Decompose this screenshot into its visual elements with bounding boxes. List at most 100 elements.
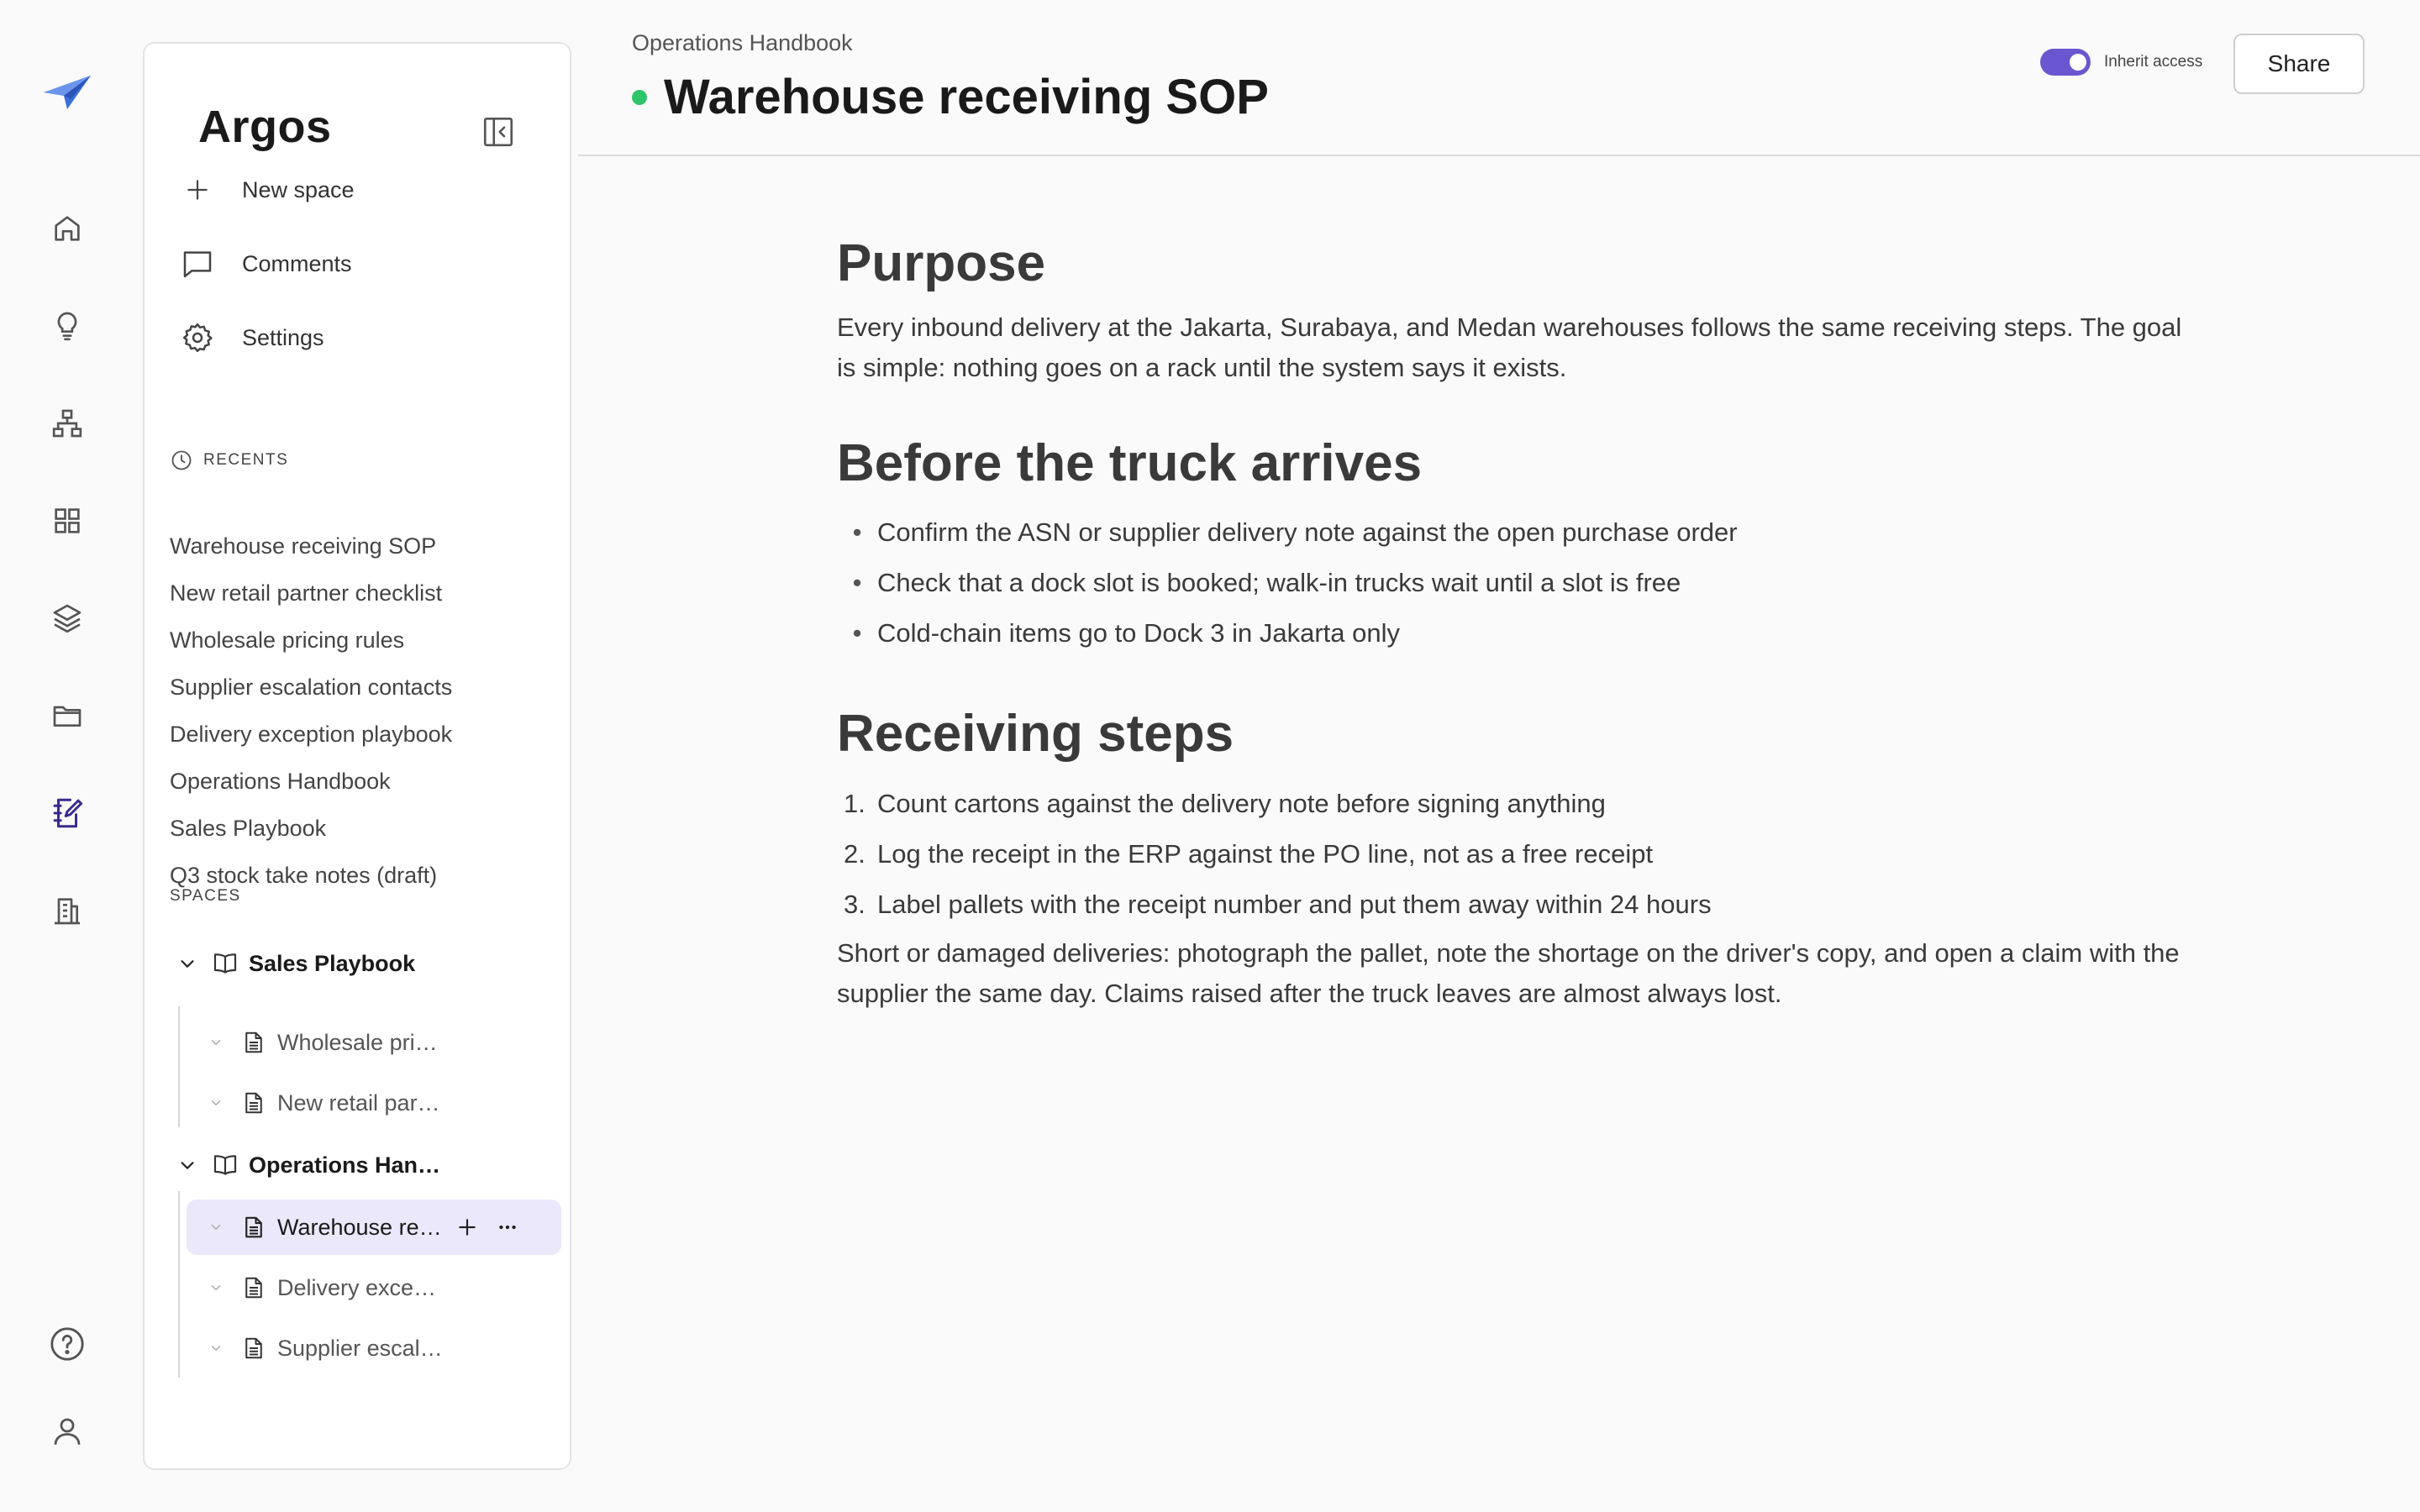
settings-button[interactable]: Settings bbox=[176, 311, 539, 365]
page-label: Warehouse re… bbox=[277, 1214, 442, 1240]
inherit-access-control: Inherit access bbox=[2040, 49, 2202, 76]
tree-guide bbox=[178, 1006, 180, 1127]
bullet-marker: • bbox=[852, 568, 862, 598]
recent-item[interactable]: Operations Handbook bbox=[170, 758, 556, 805]
icon-rail bbox=[0, 0, 134, 1512]
heading-purpose: Purpose bbox=[837, 234, 1046, 292]
chevron-down-icon[interactable] bbox=[203, 1215, 229, 1240]
user-icon[interactable] bbox=[44, 1408, 91, 1455]
space-label: Operations Han… bbox=[249, 1152, 441, 1178]
more-options-icon[interactable] bbox=[489, 1209, 526, 1246]
status-dot bbox=[632, 89, 647, 105]
app-logo-icon[interactable] bbox=[42, 72, 92, 113]
list-item: 2. Log the receipt in the ERP against the… bbox=[837, 829, 2198, 879]
help-icon[interactable] bbox=[44, 1320, 91, 1368]
list-item: • Confirm the ASN or supplier delivery no… bbox=[837, 507, 2198, 558]
heading-receiving-steps: Receiving steps bbox=[837, 705, 1234, 764]
list-item: • Check that a dock slot is booked; walk-… bbox=[837, 558, 2198, 608]
folder-icon[interactable] bbox=[44, 692, 91, 739]
page-supplier-escalation[interactable]: Supplier escal… bbox=[203, 1320, 536, 1376]
bullet-list: • Confirm the ASN or supplier delivery no… bbox=[837, 507, 2198, 659]
tree-guide bbox=[178, 1191, 180, 1378]
chevron-down-icon[interactable] bbox=[203, 1090, 229, 1116]
list-item-text: Count cartons against the delivery note … bbox=[877, 788, 1606, 818]
chevron-down-icon[interactable] bbox=[175, 951, 200, 976]
workspace-title: Argos bbox=[198, 102, 332, 152]
page-header: Operations Handbook Warehouse receiving … bbox=[578, 0, 2420, 156]
layers-icon[interactable] bbox=[44, 595, 91, 642]
page-label: New retail par… bbox=[277, 1089, 440, 1116]
recent-item[interactable]: Sales Playbook bbox=[170, 805, 556, 852]
new-space-button[interactable]: New space bbox=[176, 163, 539, 217]
list-item-text: Label pallets with the receipt number an… bbox=[877, 889, 1712, 919]
step-number: 1. bbox=[844, 788, 865, 818]
page-delivery-exception[interactable]: Delivery exce… bbox=[203, 1260, 536, 1315]
page-title-row: Warehouse receiving SOP bbox=[632, 69, 1269, 125]
lightbulb-icon[interactable] bbox=[44, 302, 91, 349]
chevron-down-icon[interactable] bbox=[203, 1030, 229, 1055]
grid-icon[interactable] bbox=[44, 497, 91, 544]
spaces-header: SPACES bbox=[170, 887, 241, 906]
list-item-text: Cold-chain items go to Dock 3 in Jakarta… bbox=[877, 618, 1401, 648]
building-icon[interactable] bbox=[44, 887, 91, 934]
home-icon[interactable] bbox=[44, 205, 91, 252]
paragraph-closing: Short or damaged deliveries: photograph … bbox=[837, 937, 2180, 1008]
space-sales-playbook[interactable]: Sales Playbook bbox=[175, 936, 536, 991]
book-icon bbox=[210, 1150, 240, 1180]
settings-label: Settings bbox=[242, 324, 324, 350]
list-item-text: Confirm the ASN or supplier delivery not… bbox=[877, 517, 1738, 548]
chevron-down-icon[interactable] bbox=[203, 1336, 229, 1361]
bullet-marker: • bbox=[852, 517, 862, 548]
recents-header: RECENTS bbox=[170, 449, 288, 472]
list-item: 1. Count cartons against the delivery not… bbox=[837, 779, 2198, 829]
notebook-edit-icon[interactable] bbox=[44, 790, 91, 837]
document-icon bbox=[239, 1088, 269, 1118]
breadcrumb[interactable]: Operations Handbook bbox=[632, 30, 853, 56]
clock-icon bbox=[170, 449, 193, 472]
inherit-access-toggle[interactable] bbox=[2040, 49, 2091, 76]
plus-icon bbox=[176, 169, 218, 211]
collapse-sidebar-icon[interactable] bbox=[477, 111, 519, 153]
recent-item[interactable]: Delivery exception playbook bbox=[170, 711, 556, 758]
recent-item[interactable]: Supplier escalation contacts bbox=[170, 664, 556, 711]
page-label: Supplier escal… bbox=[277, 1335, 443, 1361]
recents-list: Warehouse receiving SOP New retail partn… bbox=[170, 522, 556, 899]
document-body: Purpose Every inbound delivery at the Ja… bbox=[837, 234, 2198, 1014]
inherit-access-label: Inherit access bbox=[2104, 53, 2203, 71]
comments-label: Comments bbox=[242, 250, 352, 276]
section-before-truck: Before the truck arrives • Confirm the AS… bbox=[837, 434, 2198, 659]
page-label: Delivery exce… bbox=[277, 1274, 437, 1300]
document-icon bbox=[239, 1027, 269, 1058]
recent-item[interactable]: Warehouse receiving SOP bbox=[170, 522, 556, 570]
section-purpose: Purpose Every inbound delivery at the Ja… bbox=[837, 234, 2198, 388]
heading-before-truck: Before the truck arrives bbox=[837, 434, 1423, 493]
bullet-marker: • bbox=[852, 618, 862, 648]
list-item: • Cold-chain items go to Dock 3 in Jakart… bbox=[837, 608, 2198, 659]
share-button[interactable]: Share bbox=[2233, 34, 2365, 94]
page-warehouse-receiving[interactable]: Warehouse re… bbox=[187, 1200, 561, 1255]
org-chart-icon[interactable] bbox=[44, 400, 91, 447]
document-icon bbox=[239, 1273, 269, 1303]
spaces-label: SPACES bbox=[170, 887, 241, 905]
chevron-down-icon[interactable] bbox=[203, 1275, 229, 1300]
toggle-knob bbox=[2070, 54, 2086, 71]
step-number: 2. bbox=[844, 838, 865, 869]
sidebar: Argos New space Comments Settings RECENT… bbox=[143, 42, 571, 1470]
list-item: 3. Label pallets with the receipt number … bbox=[837, 879, 2198, 930]
paragraph-purpose: Every inbound delivery at the Jakarta, S… bbox=[837, 312, 2182, 383]
list-item-text: Log the receipt in the ERP against the P… bbox=[877, 838, 1654, 869]
page-new-retail-partner[interactable]: New retail par… bbox=[203, 1075, 536, 1131]
space-label: Sales Playbook bbox=[249, 950, 416, 976]
recent-item[interactable]: Wholesale pricing rules bbox=[170, 617, 556, 664]
add-page-icon[interactable] bbox=[449, 1209, 486, 1246]
page-label: Wholesale pri… bbox=[277, 1029, 438, 1055]
numbered-list: 1. Count cartons against the delivery not… bbox=[837, 779, 2198, 930]
comments-button[interactable]: Comments bbox=[176, 237, 539, 291]
recent-item[interactable]: New retail partner checklist bbox=[170, 570, 556, 617]
gear-icon bbox=[176, 317, 218, 359]
step-number: 3. bbox=[844, 889, 865, 919]
chevron-down-icon[interactable] bbox=[175, 1152, 200, 1178]
list-item-text: Check that a dock slot is booked; walk-i… bbox=[877, 568, 1681, 598]
page-wholesale-pricing[interactable]: Wholesale pri… bbox=[203, 1015, 536, 1070]
space-operations-handbook[interactable]: Operations Han… bbox=[175, 1137, 536, 1193]
